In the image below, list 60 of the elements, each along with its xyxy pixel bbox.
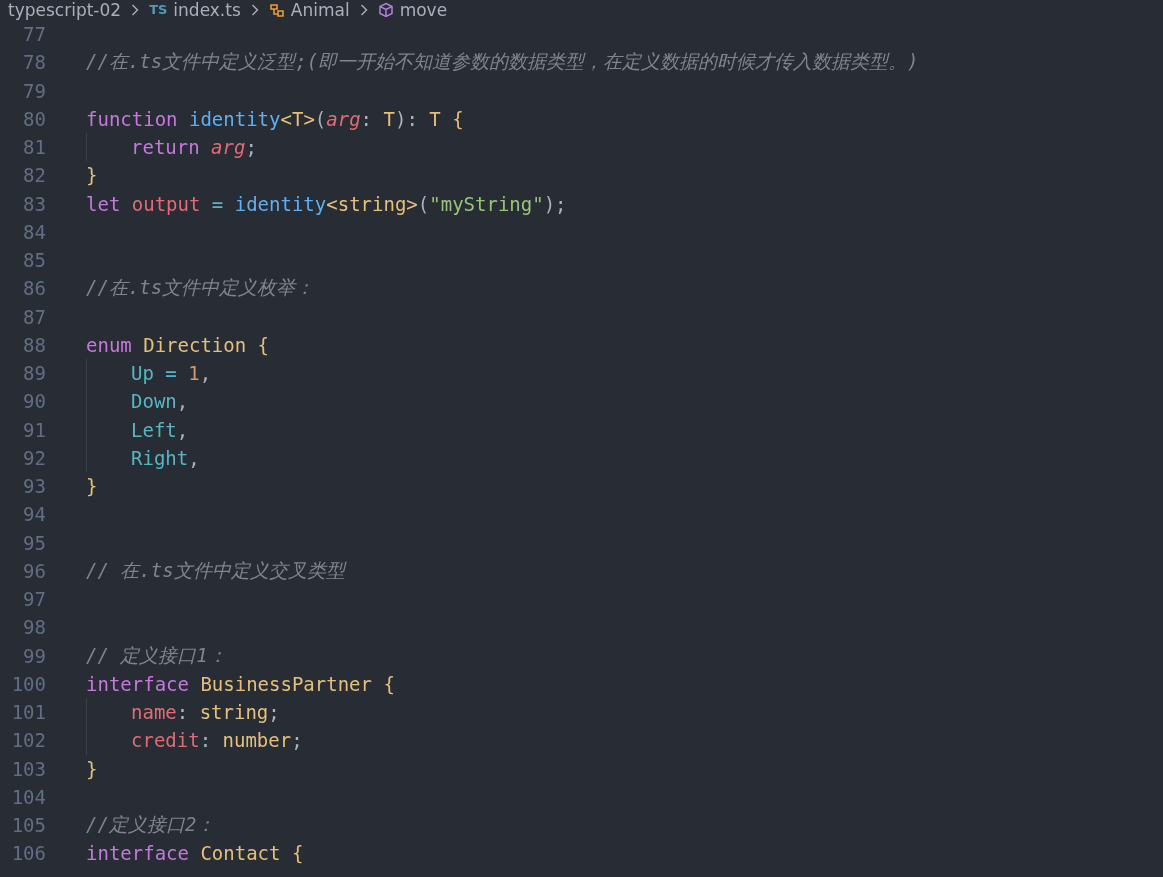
line-number: 105: [10, 814, 46, 837]
chevron-icon: [131, 4, 140, 16]
line-number: 88: [22, 333, 46, 356]
code-line: }: [86, 164, 98, 187]
breadcrumb-item[interactable]: typescript-02: [8, 0, 122, 20]
typescript-file-icon: TS: [149, 0, 168, 20]
code-line: credit: number;: [131, 729, 303, 752]
line-number: 78: [22, 51, 46, 74]
breadcrumb-item[interactable]: move: [399, 0, 448, 20]
code-line: Left,: [131, 418, 189, 441]
code-line: }: [86, 475, 98, 498]
line-number: 95: [22, 531, 46, 554]
line-number: 98: [22, 616, 46, 639]
code-line: Down,: [131, 390, 189, 413]
code-line: enum Direction {: [86, 333, 270, 356]
line-number: 86: [22, 277, 46, 300]
line-number: 83: [22, 192, 46, 215]
line-number: 101: [10, 701, 46, 724]
line-number: 106: [10, 842, 46, 865]
chevron-icon: [359, 4, 368, 16]
code-line: return arg;: [131, 136, 257, 159]
line-number: 96: [22, 559, 46, 582]
line-number: 87: [22, 305, 46, 328]
code-line: name: string;: [131, 701, 280, 724]
class-icon: [268, 2, 285, 18]
breadcrumb-item[interactable]: Animal: [290, 0, 350, 20]
line-number: 80: [22, 107, 46, 130]
code-line: }: [86, 757, 98, 780]
code-line: interface Contact {: [86, 842, 304, 865]
code-line: //在.ts文件中定义泛型;(即一开始不知道参数的数据类型，在定义数据的时候才传入数据类型。): [86, 49, 919, 75]
line-number: 94: [22, 503, 46, 526]
line-number: 100: [10, 672, 46, 695]
line-number: 99: [22, 644, 46, 667]
line-number: 91: [22, 418, 46, 441]
code-line: //在.ts文件中定义枚举：: [86, 275, 315, 301]
line-number: 104: [10, 785, 46, 808]
code-line: // 在.ts文件中定义交叉类型: [86, 557, 345, 583]
code-line: Up = 1,: [131, 362, 212, 385]
line-number: 89: [22, 362, 46, 385]
line-number: 79: [22, 79, 46, 102]
code-line: Right,: [131, 446, 200, 469]
line-number: 81: [22, 136, 46, 159]
cube-icon: [377, 2, 394, 18]
code-line: interface BusinessPartner {: [86, 672, 395, 695]
code-line: function identity<T>(arg: T): T {: [86, 107, 464, 130]
code-line: let output = identity<string>("myString");: [86, 192, 567, 215]
line-number: 93: [22, 475, 46, 498]
line-number: 92: [22, 446, 46, 469]
line-number: 103: [10, 757, 46, 780]
code-line: //定义接口2：: [86, 812, 216, 838]
line-number: 77: [22, 23, 46, 46]
line-number: 90: [22, 390, 46, 413]
code-line: // 定义接口1：: [86, 642, 227, 668]
line-number: 82: [22, 164, 46, 187]
line-number: 102: [10, 729, 46, 752]
line-number: 97: [22, 588, 46, 611]
line-number: 84: [22, 220, 46, 243]
line-number: 85: [22, 249, 46, 272]
breadcrumb-item[interactable]: index.ts: [173, 0, 241, 20]
chevron-icon: [250, 4, 259, 16]
